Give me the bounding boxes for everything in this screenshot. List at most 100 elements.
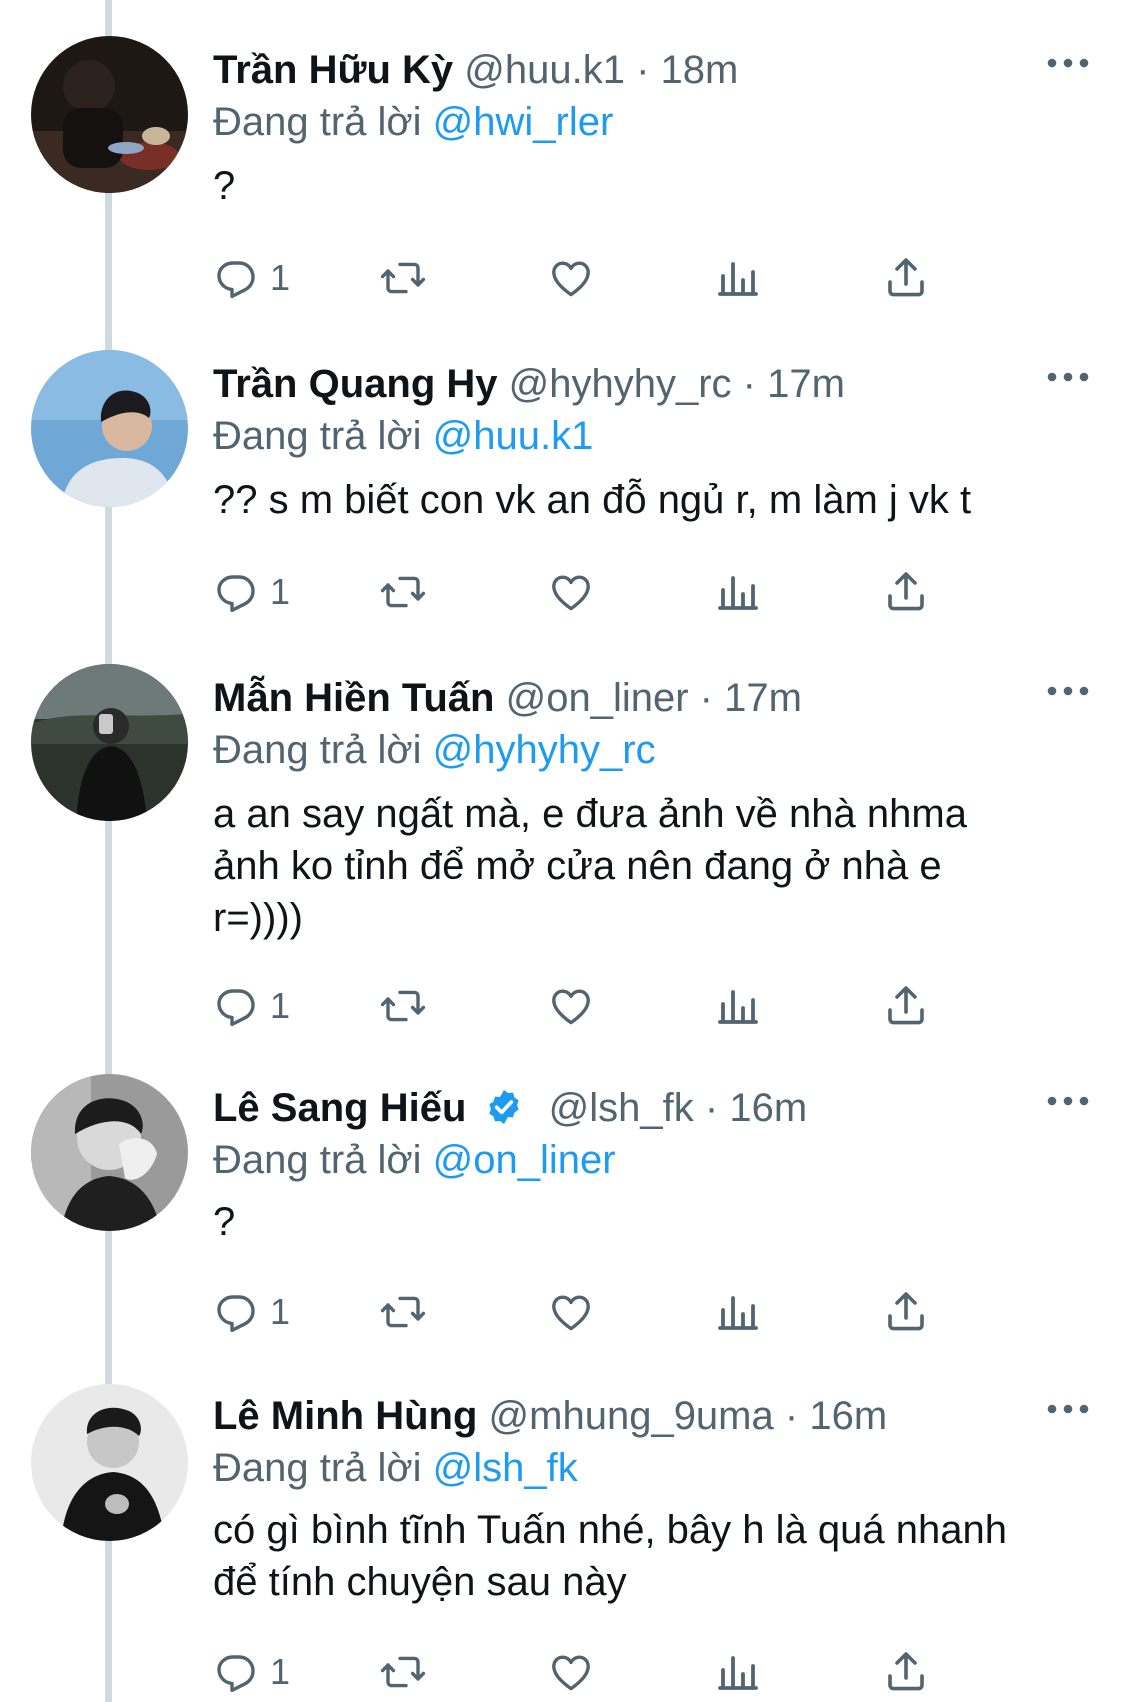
retweet-button[interactable]	[379, 1282, 427, 1342]
reply-count: 1	[270, 985, 291, 1026]
replying-to-label: Đang trả lời	[213, 100, 422, 144]
reply-count: 1	[270, 1291, 291, 1332]
replying-to-line: Đang trả lời @lsh_fk	[213, 1440, 578, 1496]
share-button[interactable]	[882, 1642, 930, 1702]
more-options-button[interactable]	[1043, 35, 1093, 91]
avatar[interactable]	[31, 664, 188, 821]
share-icon	[888, 1292, 924, 1331]
reply-button[interactable]: 1	[212, 976, 290, 1036]
like-button[interactable]	[547, 248, 595, 308]
replying-to-label: Đang trả lời	[213, 1446, 422, 1490]
tweet-actions: 1	[212, 562, 1022, 622]
views-button[interactable]	[714, 1642, 762, 1702]
retweet-button[interactable]	[379, 976, 427, 1036]
retweet-button[interactable]	[379, 1642, 427, 1702]
timestamp[interactable]: 17m	[724, 676, 802, 720]
tweet-actions: 1	[212, 976, 1022, 1036]
tweet-header: Trần Quang Hy @hyhyhy_rc · 17m	[213, 356, 845, 412]
more-options-button[interactable]	[1043, 349, 1093, 405]
replying-to-mention[interactable]: @huu.k1	[433, 414, 594, 458]
avatar[interactable]	[31, 350, 188, 507]
like-icon	[552, 989, 590, 1025]
user-handle[interactable]: @huu.k1	[464, 48, 625, 92]
tweet-text: ?? s m biết con vk an đỗ ngủ r, m làm j …	[213, 478, 972, 522]
separator-dot: ·	[742, 362, 756, 406]
tweet-text: ?	[213, 1200, 236, 1244]
retweet-icon	[380, 576, 426, 608]
replying-to-label: Đang trả lời	[213, 728, 422, 772]
like-icon	[552, 1655, 590, 1691]
reply-button[interactable]: 1	[212, 562, 290, 622]
share-button[interactable]	[882, 248, 930, 308]
reply-icon	[217, 1655, 255, 1693]
share-icon	[888, 258, 924, 297]
replying-to-line: Đang trả lời @huu.k1	[213, 408, 593, 464]
display-name[interactable]: Trần Quang Hy	[213, 362, 498, 406]
more-options-button[interactable]	[1043, 1073, 1093, 1129]
views-button[interactable]	[714, 248, 762, 308]
views-button[interactable]	[714, 976, 762, 1036]
verified-badge-icon	[488, 1090, 519, 1124]
views-icon	[718, 990, 758, 1024]
retweet-icon	[380, 262, 426, 294]
share-button[interactable]	[882, 562, 930, 622]
more-icon	[1047, 372, 1089, 382]
views-icon	[718, 1656, 758, 1690]
more-icon	[1047, 686, 1089, 696]
views-button[interactable]	[714, 562, 762, 622]
like-button[interactable]	[547, 562, 595, 622]
views-button[interactable]	[714, 1282, 762, 1342]
retweet-button[interactable]	[379, 562, 427, 622]
separator-dot: ·	[704, 1086, 719, 1130]
reply-count: 1	[270, 1651, 291, 1692]
avatar[interactable]	[31, 1384, 188, 1541]
like-button[interactable]	[547, 1282, 595, 1342]
share-icon	[888, 986, 924, 1025]
retweet-button[interactable]	[379, 248, 427, 308]
share-button[interactable]	[882, 1282, 930, 1342]
timestamp[interactable]: 16m	[729, 1086, 807, 1130]
replying-to-mention[interactable]: @hwi_rler	[433, 100, 614, 144]
tweet-actions: 1	[212, 1642, 1022, 1702]
separator-dot: ·	[699, 676, 713, 720]
replying-to-line: Đang trả lời @hyhyhy_rc	[213, 722, 656, 778]
timestamp[interactable]: 18m	[661, 48, 739, 92]
replying-to-mention[interactable]: @hyhyhy_rc	[433, 728, 656, 772]
timestamp[interactable]: 16m	[809, 1394, 887, 1438]
display-name[interactable]: Mẫn Hiền Tuấn	[213, 676, 494, 720]
like-button[interactable]	[547, 1642, 595, 1702]
user-handle[interactable]: @on_liner	[506, 676, 689, 720]
user-handle[interactable]: @hyhyhy_rc	[509, 362, 732, 406]
replying-to-mention[interactable]: @lsh_fk	[433, 1446, 578, 1490]
tweet-actions: 1	[212, 1282, 1022, 1342]
views-icon	[718, 576, 758, 610]
tweet-header: Trần Hữu Kỳ @huu.k1 · 18m	[213, 42, 738, 98]
avatar[interactable]	[31, 1074, 188, 1231]
replying-to-mention[interactable]: @on_liner	[433, 1138, 616, 1182]
like-icon	[552, 1295, 590, 1331]
user-handle[interactable]: @lsh_fk	[549, 1086, 694, 1130]
separator-dot: ·	[636, 48, 650, 92]
tweet-text: a an say ngất mà, e đưa ảnh về nhà nhma …	[213, 792, 967, 940]
display-name[interactable]: Trần Hữu Kỳ	[213, 48, 453, 92]
display-name[interactable]: Lê Sang Hiếu	[213, 1086, 466, 1130]
timestamp[interactable]: 17m	[767, 362, 845, 406]
more-options-button[interactable]	[1043, 1381, 1093, 1437]
retweet-icon	[380, 1656, 426, 1688]
display-name[interactable]: Lê Minh Hùng	[213, 1394, 477, 1438]
tweet-text: ?	[213, 164, 236, 208]
more-options-button[interactable]	[1043, 663, 1093, 719]
reply-button[interactable]: 1	[212, 1642, 290, 1702]
reply-count: 1	[270, 571, 291, 612]
more-icon	[1047, 1404, 1089, 1414]
tweet-actions: 1	[212, 248, 1022, 308]
reply-button[interactable]: 1	[212, 248, 290, 308]
reply-icon	[217, 989, 255, 1027]
avatar[interactable]	[31, 36, 188, 193]
like-icon	[552, 575, 590, 611]
like-button[interactable]	[547, 976, 595, 1036]
user-handle[interactable]: @mhung_9uma	[489, 1394, 774, 1438]
share-button[interactable]	[882, 976, 930, 1036]
reply-button[interactable]: 1	[212, 1282, 290, 1342]
replying-to-line: Đang trả lời @hwi_rler	[213, 94, 613, 150]
